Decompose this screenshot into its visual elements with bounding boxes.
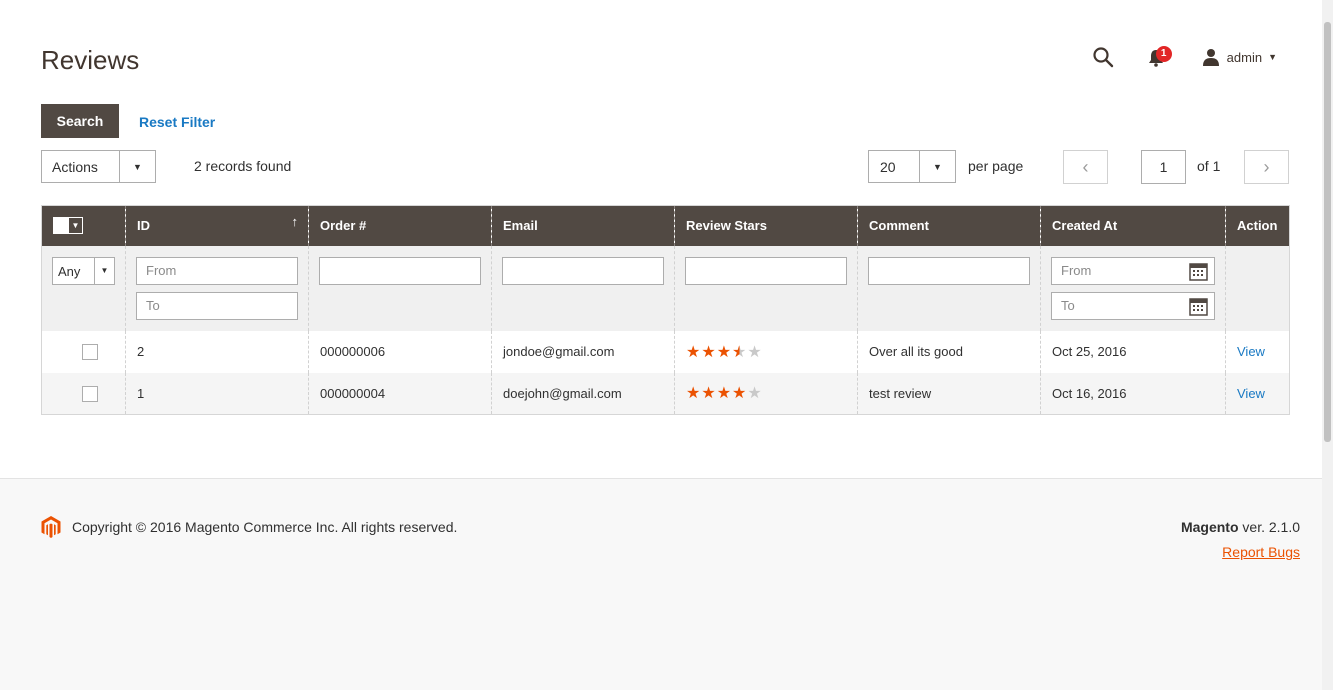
chevron-down-icon: ▼	[69, 218, 82, 234]
created-from-input[interactable]: From	[1051, 256, 1215, 285]
cell-comment: test review	[857, 372, 1041, 415]
per-page-label: per page	[968, 158, 1024, 174]
page-title: Reviews	[41, 45, 140, 75]
sort-ascending-icon: ↑	[291, 214, 299, 229]
user-name: admin	[1226, 49, 1263, 65]
mass-select-dropdown[interactable]: ▼	[53, 217, 83, 235]
star-icon: ★	[701, 343, 717, 361]
chevron-down-icon: ▼	[119, 151, 155, 182]
email-filter-input[interactable]	[502, 256, 664, 285]
comment-filter-input[interactable]	[868, 256, 1030, 285]
star-rating: ★★★★★	[686, 385, 763, 402]
cell-id: 1	[125, 372, 309, 415]
page-footer: Copyright © 2016 Magento Commerce Inc. A…	[0, 478, 1322, 690]
star-icon: ★	[732, 385, 748, 403]
magento-brand: Magento	[1180, 519, 1239, 535]
filter-row: Any ▼ From To From To	[41, 245, 1290, 331]
mass-select-header[interactable]: ▼	[41, 205, 126, 246]
cell-id: 2	[125, 330, 309, 373]
column-header-email[interactable]: Email	[491, 205, 675, 246]
reviews-grid: ▼ ID ↑ Order # Email Review Stars Comment…	[41, 205, 1290, 415]
cell-order: 000000004	[308, 372, 492, 415]
id-from-input[interactable]: From	[136, 256, 298, 285]
previous-page-button[interactable]: ‹	[1063, 150, 1108, 184]
view-link[interactable]: View	[1237, 386, 1265, 401]
column-header-action: Action	[1225, 205, 1290, 246]
per-page-value: 20	[880, 159, 896, 175]
table-row: 1 000000004 doejohn@gmail.com ★★★★★ test…	[41, 372, 1290, 415]
reset-filter-link[interactable]: Reset Filter	[139, 114, 215, 130]
created-to-input[interactable]: To	[1051, 291, 1215, 320]
row-checkbox[interactable]	[81, 343, 98, 360]
star-icon: ★	[716, 385, 733, 403]
column-header-review-stars[interactable]: Review Stars	[674, 205, 858, 246]
view-link[interactable]: View	[1237, 344, 1265, 359]
star-icon: ★	[701, 385, 717, 403]
chevron-down-icon: ▼	[919, 151, 955, 182]
chevron-down-icon: ▼	[1268, 52, 1277, 62]
grid-header-row: ▼ ID ↑ Order # Email Review Stars Comment…	[41, 205, 1290, 246]
scrollbar-thumb[interactable]	[1324, 22, 1331, 442]
column-header-order[interactable]: Order #	[308, 205, 492, 246]
cell-created-at: Oct 16, 2016	[1040, 372, 1226, 415]
star-icon: ★	[686, 343, 702, 361]
star-rating: ★★★★★	[686, 344, 763, 361]
column-header-created-at[interactable]: Created At	[1040, 205, 1226, 246]
copyright-text: Copyright © 2016 Magento Commerce Inc. A…	[72, 519, 458, 535]
per-page-dropdown[interactable]: 20 ▼	[868, 150, 956, 183]
version-text: ver. 2.1.0	[1238, 519, 1300, 535]
header-actions: 1 admin ▼	[1092, 40, 1277, 74]
magento-logo-icon	[41, 516, 61, 538]
order-filter-input[interactable]	[319, 256, 481, 285]
table-row: 2 000000006 jondoe@gmail.com ★★★★★ Over …	[41, 330, 1290, 373]
user-menu[interactable]: admin ▼	[1202, 48, 1277, 66]
chevron-down-icon: ▼	[94, 257, 114, 284]
cell-email: doejohn@gmail.com	[491, 372, 675, 415]
mass-actions-dropdown[interactable]: Actions ▼	[41, 150, 156, 183]
notifications-bell-icon[interactable]: 1	[1148, 45, 1172, 69]
star-icon: ★	[732, 343, 748, 361]
cell-review-stars: ★★★★★	[674, 372, 858, 415]
star-icon: ★	[747, 385, 763, 403]
cell-email: jondoe@gmail.com	[491, 330, 675, 373]
search-button[interactable]: Search	[41, 104, 119, 138]
report-bugs-link[interactable]: Report Bugs	[1222, 544, 1300, 560]
notification-count-badge: 1	[1155, 46, 1172, 62]
magento-version: Magento ver. 2.1.0	[1181, 519, 1300, 535]
cell-comment: Over all its good	[857, 330, 1041, 373]
calendar-icon[interactable]	[1189, 262, 1208, 281]
total-pages-label: of 1	[1197, 158, 1221, 174]
row-checkbox[interactable]	[81, 385, 98, 402]
any-filter-select[interactable]: Any ▼	[52, 256, 115, 285]
user-icon	[1202, 49, 1219, 66]
review-stars-filter-input[interactable]	[685, 256, 847, 285]
calendar-icon[interactable]	[1189, 297, 1208, 316]
star-icon: ★	[686, 385, 702, 403]
star-icon: ★	[747, 343, 763, 361]
actions-label: Actions	[52, 159, 98, 175]
cell-created-at: Oct 25, 2016	[1040, 330, 1226, 373]
page-number-input[interactable]	[1141, 150, 1186, 184]
records-found-count: 2 records found	[194, 158, 292, 174]
search-icon[interactable]	[1092, 46, 1114, 68]
cell-review-stars: ★★★★★	[674, 330, 858, 373]
column-header-comment[interactable]: Comment	[857, 205, 1041, 246]
vertical-scrollbar[interactable]	[1322, 0, 1333, 690]
next-page-button[interactable]: ›	[1244, 150, 1289, 184]
id-to-input[interactable]: To	[136, 291, 298, 320]
any-filter-value: Any	[58, 263, 81, 279]
star-icon: ★	[716, 343, 733, 361]
cell-order: 000000006	[308, 330, 492, 373]
column-header-id[interactable]: ID ↑	[125, 205, 309, 246]
